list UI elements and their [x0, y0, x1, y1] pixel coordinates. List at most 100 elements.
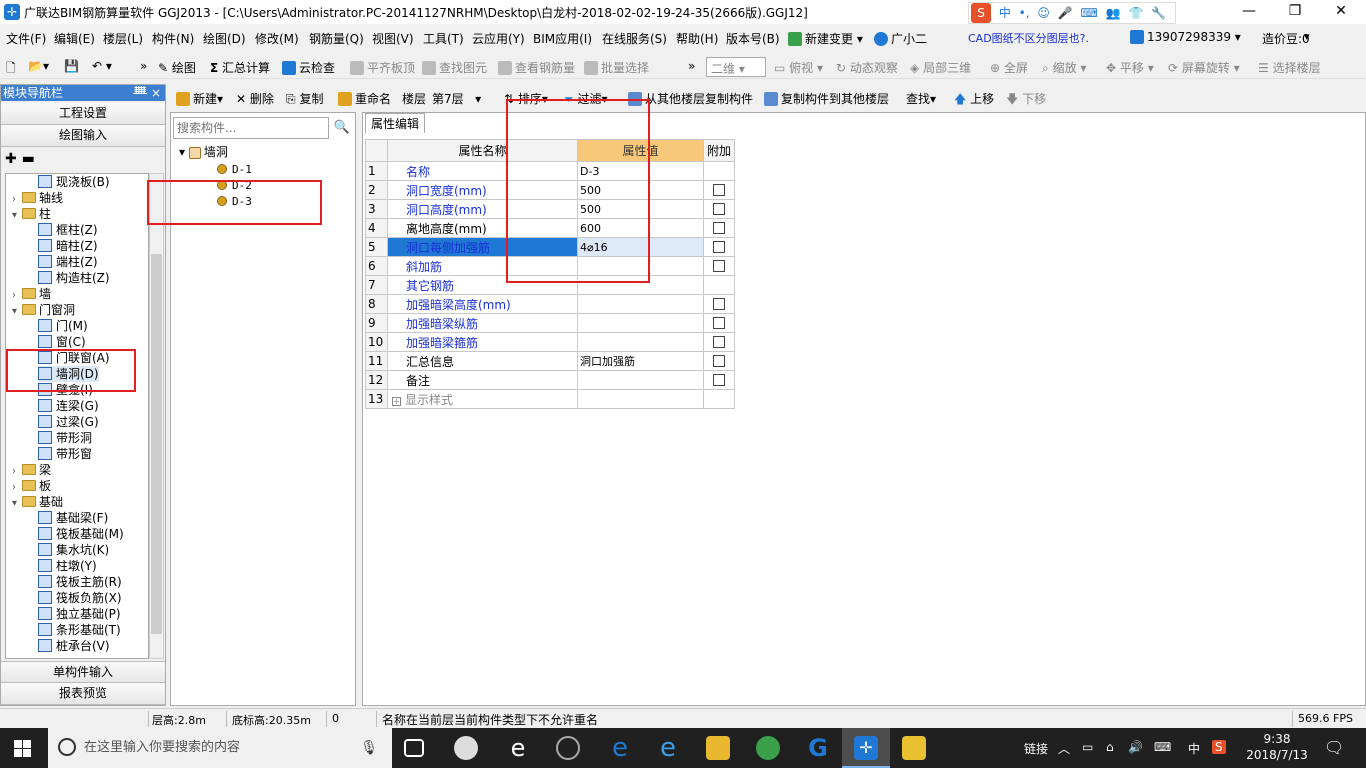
tree-item[interactable]: ▾ 基础 — [12, 494, 63, 510]
rename-button[interactable]: 重命名 — [338, 90, 391, 107]
attach-checkbox[interactable] — [713, 374, 725, 386]
nav-close-icon[interactable]: × — [151, 85, 161, 101]
tray-clock[interactable]: 9:38 2018/7/13 — [1232, 731, 1322, 763]
move-up-button[interactable]: 🡅 上移 — [954, 90, 994, 111]
tree-item[interactable]: ▾ 柱 — [12, 206, 51, 222]
tray-battery-icon[interactable]: ▭ — [1082, 740, 1093, 754]
component-root[interactable]: ▾ 墙洞 — [179, 145, 228, 160]
pan-button[interactable]: ✥ 平移 ▾ — [1106, 59, 1154, 76]
ime-skin-icon[interactable]: 👕 — [1128, 3, 1143, 23]
sum-calc-button[interactable]: Σ 汇总计算 — [210, 59, 270, 76]
project-settings-button[interactable]: 工程设置 — [1, 103, 165, 125]
price-beans[interactable]: 造价豆:0 — [1262, 30, 1310, 47]
property-value[interactable] — [577, 313, 704, 333]
property-value[interactable] — [577, 294, 704, 314]
attach-cell[interactable] — [703, 294, 735, 314]
attach-checkbox[interactable] — [713, 184, 725, 196]
menu-online[interactable]: 在线服务(S) — [602, 30, 667, 47]
collapse-all-icon[interactable]: ▬ — [22, 151, 35, 167]
windows-start-icon[interactable] — [14, 740, 31, 757]
task-view-icon[interactable] — [404, 739, 424, 757]
attach-cell[interactable] — [703, 256, 735, 276]
property-value[interactable] — [577, 332, 704, 352]
property-name[interactable]: + 显示样式 — [387, 389, 578, 409]
attach-checkbox[interactable] — [713, 317, 725, 329]
attach-checkbox[interactable] — [713, 260, 725, 272]
property-name[interactable]: 备注 — [387, 370, 578, 390]
screen-rotate-button[interactable]: ⟳ 屏幕旋转 ▾ — [1168, 59, 1240, 76]
property-value[interactable] — [577, 389, 704, 409]
ime-mic-icon[interactable]: 🎤 — [1058, 3, 1073, 23]
menu-component[interactable]: 构件(N) — [152, 30, 194, 47]
explorer-app-icon[interactable] — [706, 736, 730, 760]
ime-lang[interactable]: 中 — [999, 3, 1011, 23]
tree-item[interactable]: 窗(C) — [38, 334, 86, 350]
glodon-app-icon[interactable]: ✛ — [842, 728, 890, 768]
ime-user-icon[interactable]: 👥 — [1106, 3, 1121, 23]
edge-app-icon[interactable]: e — [608, 735, 632, 761]
single-component-input-button[interactable]: 单构件输入 — [1, 661, 165, 683]
view-rebar-button[interactable]: 查看钢筋量 — [498, 59, 575, 76]
fan-app-icon[interactable] — [454, 736, 478, 760]
tree-item[interactable]: 连梁(G) — [38, 398, 99, 414]
help-arrow-icon[interactable]: ▾ — [1304, 30, 1310, 43]
find-button[interactable]: 查找▾ — [906, 90, 936, 107]
expand-all-icon[interactable]: ✚ — [5, 151, 17, 167]
property-row[interactable]: 10 加强暗梁箍筋 — [365, 332, 735, 352]
tree-item[interactable]: 现浇板(B) — [38, 174, 110, 190]
tree-item[interactable]: 端柱(Z) — [38, 254, 98, 270]
tree-item[interactable]: › 墙 — [12, 286, 51, 302]
attach-cell[interactable] — [703, 218, 735, 238]
attach-cell[interactable] — [703, 351, 735, 371]
batch-select-button[interactable]: 批量选择 — [584, 59, 649, 76]
attach-checkbox[interactable] — [713, 222, 725, 234]
attach-checkbox[interactable] — [713, 241, 725, 253]
copy-to-floor-button[interactable]: 复制构件到其他楼层 — [764, 90, 889, 107]
undo-icon[interactable]: ↶ ▾ — [92, 59, 112, 73]
tree-item[interactable]: 筏板负筋(X) — [38, 590, 122, 606]
draw-button[interactable]: ✎ 绘图 — [158, 59, 196, 76]
tree-item[interactable]: 条形基础(T) — [38, 622, 121, 638]
assistant-link[interactable]: 广小二 — [874, 30, 927, 47]
user-phone[interactable]: 13907298339 ▾ — [1130, 30, 1241, 44]
tree-item[interactable]: 基础梁(F) — [38, 510, 108, 526]
property-name[interactable]: 加强暗梁高度(mm) — [387, 294, 578, 314]
close-button[interactable]: ✕ — [1318, 0, 1364, 24]
new-change-menu[interactable]: 新建变更 ▾ — [788, 30, 863, 47]
property-row[interactable]: 13 + 显示样式 — [365, 389, 735, 409]
menu-modify[interactable]: 修改(M) — [255, 30, 299, 47]
tree-item[interactable]: 暗柱(Z) — [38, 238, 98, 254]
tray-link[interactable]: 链接 — [1024, 740, 1048, 757]
expanded-arrow-icon[interactable]: ▾ — [12, 304, 22, 320]
expanded-arrow-icon[interactable]: ▾ — [12, 496, 22, 512]
tab-property-edit[interactable]: 属性编辑 — [365, 113, 425, 133]
tree-scrollbar[interactable] — [149, 173, 164, 659]
mic-icon[interactable]: 🎙 — [360, 728, 378, 768]
search-icon[interactable]: 🔍 — [331, 117, 353, 139]
tree-item[interactable]: › 梁 — [12, 462, 51, 478]
select-floor-button[interactable]: ☰ 选择楼层 — [1258, 59, 1321, 76]
ime-emoji-icon[interactable]: ☺ — [1037, 3, 1050, 23]
tray-lang[interactable]: 中 — [1188, 740, 1200, 757]
delete-button[interactable]: ✕ 删除 — [236, 90, 274, 107]
green-app-icon[interactable] — [756, 736, 780, 760]
property-value[interactable] — [577, 370, 704, 390]
cad-hint-link[interactable]: CAD图纸不区分图层也?. — [968, 30, 1089, 46]
ie-blue-app-icon[interactable]: e — [656, 735, 680, 761]
attach-cell[interactable] — [703, 313, 735, 333]
menu-tools[interactable]: 工具(T) — [423, 30, 464, 47]
menu-help[interactable]: 帮助(H) — [676, 30, 718, 47]
expand-plus-icon[interactable]: + — [392, 396, 401, 406]
attach-checkbox[interactable] — [713, 203, 725, 215]
attach-checkbox[interactable] — [713, 355, 725, 367]
attach-checkbox[interactable] — [713, 298, 725, 310]
property-row[interactable]: 12 备注 — [365, 370, 735, 390]
restore-button[interactable]: ❐ — [1272, 0, 1318, 24]
new-file-icon[interactable]: 🗋 — [6, 59, 16, 80]
tree-item[interactable]: 独立基础(P) — [38, 606, 121, 622]
tray-volume-icon[interactable]: 🔊 — [1128, 740, 1143, 754]
attach-cell[interactable] — [703, 199, 735, 219]
browser-app-icon[interactable] — [556, 736, 580, 760]
tree-item[interactable]: 筏板主筋(R) — [38, 574, 122, 590]
tree-item[interactable]: 带形洞 — [38, 430, 92, 446]
